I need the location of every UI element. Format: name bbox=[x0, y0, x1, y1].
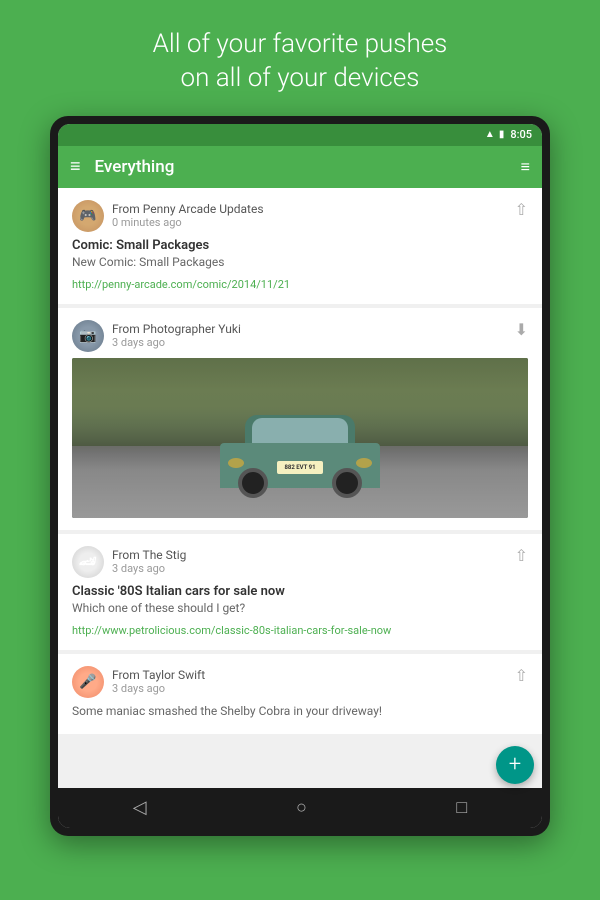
card-header: 🎤 From Taylor Swift 3 days ago ⇧ bbox=[72, 666, 528, 698]
source-time: 3 days ago bbox=[112, 562, 186, 575]
source-name: From Taylor Swift bbox=[112, 668, 205, 682]
fab-button[interactable]: + bbox=[496, 746, 534, 784]
car-headlight-right bbox=[356, 458, 372, 468]
source-info: 🎤 From Taylor Swift 3 days ago bbox=[72, 666, 205, 698]
card-body: New Comic: Small Packages bbox=[72, 255, 528, 269]
avatar-face: 📷 bbox=[72, 320, 104, 352]
source-time: 3 days ago bbox=[112, 336, 241, 349]
card-body: Some maniac smashed the Shelby Cobra in … bbox=[72, 704, 528, 718]
status-time: 8:05 bbox=[510, 128, 532, 141]
car-windshield bbox=[252, 418, 348, 446]
share-icon[interactable]: ⇧ bbox=[515, 200, 528, 219]
card-header: 📷 From Photographer Yuki 3 days ago ⬇ bbox=[72, 320, 528, 352]
card-link[interactable]: http://www.petrolicious.com/classic-80s-… bbox=[72, 624, 391, 637]
nav-bar: ◁ ○ □ bbox=[58, 788, 542, 828]
avatar-penny-arcade: 🎮 bbox=[72, 200, 104, 232]
status-bar: ▲ ▮ 8:05 bbox=[58, 124, 542, 146]
source-meta: From The Stig 3 days ago bbox=[112, 548, 186, 575]
download-icon[interactable]: ⬇ bbox=[515, 320, 528, 339]
source-meta: From Taylor Swift 3 days ago bbox=[112, 668, 205, 695]
source-info: 🎮 From Penny Arcade Updates 0 minutes ag… bbox=[72, 200, 264, 232]
card-body: Which one of these should I get? bbox=[72, 601, 528, 615]
page-header: All of your favorite pushes on all of yo… bbox=[113, 0, 488, 116]
avatar-face: 🎮 bbox=[72, 200, 104, 232]
filter-icon[interactable]: ≡ bbox=[521, 157, 530, 177]
avatar-taylor: 🎤 bbox=[72, 666, 104, 698]
avatar-face: 🎤 bbox=[72, 666, 104, 698]
back-button[interactable]: ◁ bbox=[113, 789, 167, 826]
home-button[interactable]: ○ bbox=[276, 789, 327, 826]
source-time: 3 days ago bbox=[112, 682, 205, 695]
avatar-face: 🏎 bbox=[72, 546, 104, 578]
wifi-icon: ▲ bbox=[485, 129, 495, 140]
device-frame: ▲ ▮ 8:05 ≡ Everything ≡ 🎮 bbox=[50, 116, 550, 836]
source-info: 📷 From Photographer Yuki 3 days ago bbox=[72, 320, 241, 352]
share-icon[interactable]: ⇧ bbox=[515, 666, 528, 685]
source-name: From The Stig bbox=[112, 548, 186, 562]
source-meta: From Penny Arcade Updates 0 minutes ago bbox=[112, 202, 264, 229]
source-meta: From Photographer Yuki 3 days ago bbox=[112, 322, 241, 349]
car-plate: 882 EVT 91 bbox=[277, 461, 323, 474]
share-icon[interactable]: ⇧ bbox=[515, 546, 528, 565]
card-link[interactable]: http://penny-arcade.com/comic/2014/11/21 bbox=[72, 278, 290, 291]
card-penny-arcade: 🎮 From Penny Arcade Updates 0 minutes ag… bbox=[58, 188, 542, 304]
device-screen: ▲ ▮ 8:05 ≡ Everything ≡ 🎮 bbox=[58, 124, 542, 828]
card-taylor: 🎤 From Taylor Swift 3 days ago ⇧ Some ma… bbox=[58, 654, 542, 734]
source-time: 0 minutes ago bbox=[112, 216, 264, 229]
card-header: 🎮 From Penny Arcade Updates 0 minutes ag… bbox=[72, 200, 528, 232]
card-photographer: 📷 From Photographer Yuki 3 days ago ⬇ bbox=[58, 308, 542, 530]
status-icons: ▲ ▮ bbox=[485, 129, 504, 140]
feed-container: 🎮 From Penny Arcade Updates 0 minutes ag… bbox=[58, 188, 542, 788]
menu-icon[interactable]: ≡ bbox=[70, 156, 81, 177]
card-title: Classic '80S Italian cars for sale now bbox=[72, 584, 528, 599]
card-title: Comic: Small Packages bbox=[72, 238, 528, 253]
source-name: From Penny Arcade Updates bbox=[112, 202, 264, 216]
card-header: 🏎 From The Stig 3 days ago ⇧ bbox=[72, 546, 528, 578]
car-body: 882 EVT 91 bbox=[220, 418, 380, 488]
app-toolbar: ≡ Everything ≡ bbox=[58, 146, 542, 188]
avatar-stig: 🏎 bbox=[72, 546, 104, 578]
source-name: From Photographer Yuki bbox=[112, 322, 241, 336]
battery-icon: ▮ bbox=[499, 129, 505, 140]
source-info: 🏎 From The Stig 3 days ago bbox=[72, 546, 186, 578]
avatar-photographer: 📷 bbox=[72, 320, 104, 352]
car-wheel-right bbox=[332, 468, 362, 498]
recent-button[interactable]: □ bbox=[436, 789, 487, 826]
car-scene: 882 EVT 91 bbox=[72, 358, 528, 518]
toolbar-title: Everything bbox=[95, 157, 521, 177]
car-wheel-left bbox=[238, 468, 268, 498]
card-stig: 🏎 From The Stig 3 days ago ⇧ Classic '80… bbox=[58, 534, 542, 650]
car-headlight-left bbox=[228, 458, 244, 468]
car-image: 882 EVT 91 bbox=[72, 358, 528, 518]
